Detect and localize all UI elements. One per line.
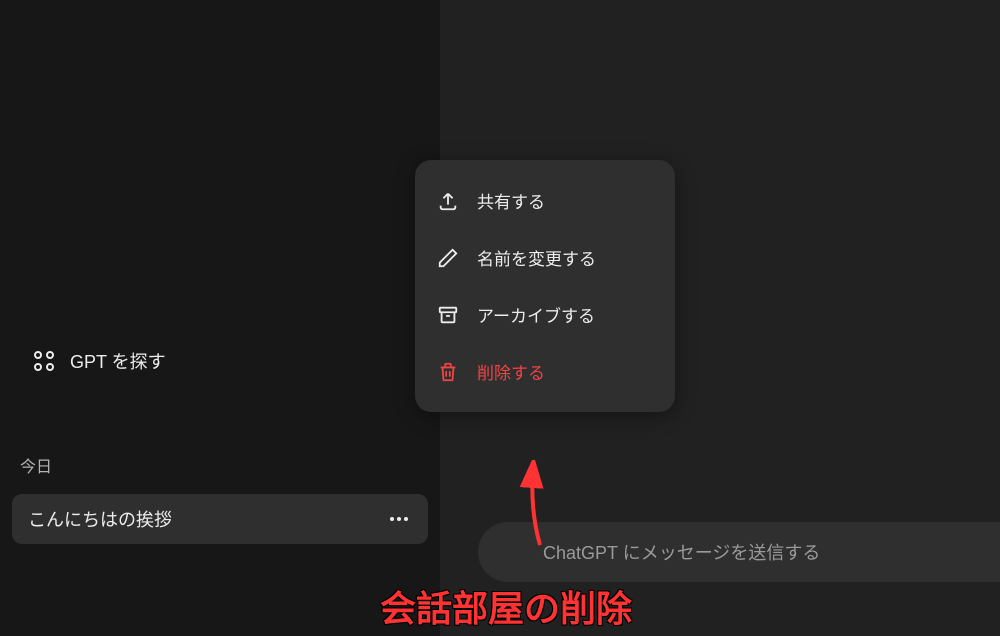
menu-item-archive[interactable]: アーカイブする <box>415 286 675 343</box>
message-placeholder: ChatGPT にメッセージを送信する <box>543 539 820 565</box>
sidebar-item-label: GPT を探す <box>70 348 166 374</box>
more-options-button[interactable] <box>386 513 412 525</box>
menu-item-delete[interactable]: 削除する <box>415 343 675 400</box>
grid-icon <box>32 349 56 373</box>
message-input[interactable]: ChatGPT にメッセージを送信する <box>478 522 1000 582</box>
menu-item-label: 共有する <box>477 188 545 213</box>
sidebar: GPT を探す 今日 こんにちはの挨拶 <box>0 0 440 636</box>
section-header-today: 今日 <box>20 453 52 477</box>
chat-title: こんにちはの挨拶 <box>28 506 172 532</box>
share-icon <box>437 190 459 212</box>
menu-item-share[interactable]: 共有する <box>415 172 675 229</box>
menu-item-label: 削除する <box>477 359 545 384</box>
sidebar-item-explore-gpts[interactable]: GPT を探す <box>12 338 428 384</box>
menu-item-label: 名前を変更する <box>477 245 596 270</box>
menu-item-rename[interactable]: 名前を変更する <box>415 229 675 286</box>
pencil-icon <box>437 247 459 269</box>
archive-icon <box>437 304 459 326</box>
chat-list-item[interactable]: こんにちはの挨拶 <box>12 494 428 544</box>
trash-icon <box>437 361 459 383</box>
context-menu: 共有する 名前を変更する アーカイブする 削除する <box>415 160 675 412</box>
menu-item-label: アーカイブする <box>477 302 595 327</box>
